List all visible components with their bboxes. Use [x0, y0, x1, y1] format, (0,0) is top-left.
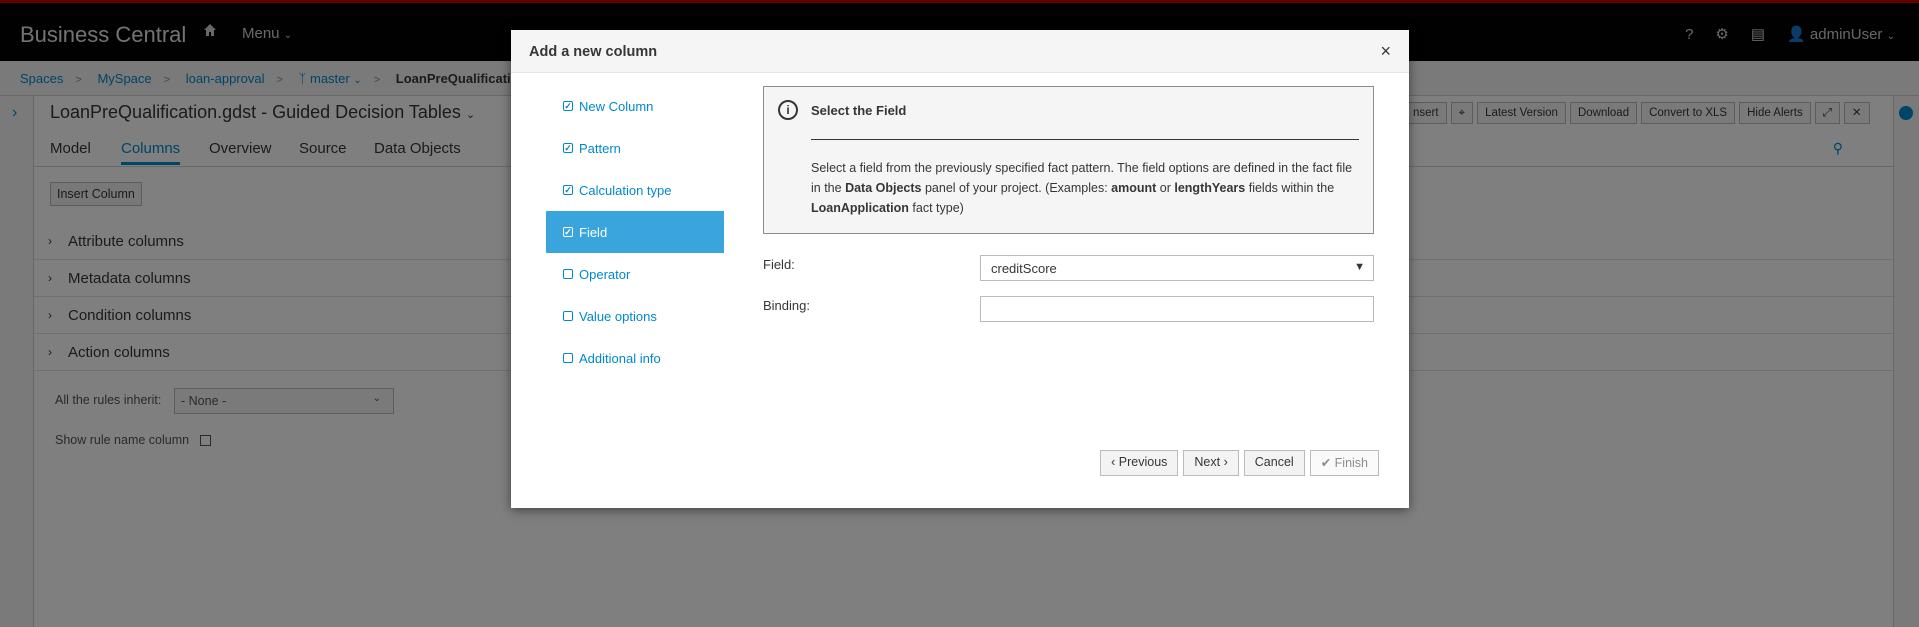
- unchecked-checkbox-icon: [563, 353, 573, 363]
- info-text-part: or: [1156, 181, 1175, 195]
- wizard-steps: ✓ New Column ✓ Pattern ✓ Calculation type ✓…: [546, 85, 724, 379]
- info-title: Select the Field: [811, 103, 907, 118]
- info-bold-data-objects: Data Objects: [845, 181, 922, 195]
- field-value: creditScore: [991, 261, 1057, 276]
- previous-button[interactable]: ‹ Previous: [1100, 450, 1179, 476]
- info-box: i Select the Field Select a field from t…: [763, 86, 1374, 234]
- chevron-left-icon: ‹: [1111, 455, 1116, 469]
- info-text-part: panel of your project. (Examples:: [921, 181, 1112, 195]
- step-label: Field: [579, 224, 608, 240]
- step-field[interactable]: ✓ Field: [546, 211, 724, 253]
- modal-title: Add a new column: [529, 44, 658, 60]
- checked-checkbox-icon: ✓: [563, 101, 573, 111]
- checked-checkbox-icon: ✓: [563, 143, 573, 153]
- check-icon: ✔: [1320, 456, 1332, 470]
- next-button[interactable]: Next ›: [1183, 450, 1239, 476]
- binding-label: Binding:: [763, 298, 810, 313]
- info-icon: i: [778, 100, 798, 120]
- step-additional-info[interactable]: Additional info: [546, 337, 724, 379]
- field-label: Field:: [763, 257, 795, 272]
- step-label: Pattern: [579, 140, 621, 156]
- modal-buttons: ‹ Previous Next › Cancel ✔ Finish: [1100, 450, 1379, 476]
- info-divider: [811, 139, 1359, 140]
- chevron-right-icon: ›: [1223, 455, 1228, 469]
- info-text: Select a field from the previously speci…: [811, 158, 1359, 218]
- add-column-modal: Add a new column × ✓ New Column ✓ Pattern …: [511, 30, 1409, 508]
- step-label: Operator: [579, 266, 631, 282]
- step-label: New Column: [579, 98, 654, 114]
- info-bold-amount: amount: [1111, 181, 1157, 195]
- unchecked-checkbox-icon: [563, 311, 573, 321]
- step-value-options[interactable]: Value options: [546, 295, 724, 337]
- step-operator[interactable]: Operator: [546, 253, 724, 295]
- checked-checkbox-icon: ✓: [563, 227, 573, 237]
- step-label: Calculation type: [579, 182, 672, 198]
- field-select[interactable]: creditScore ▼: [980, 255, 1374, 281]
- modal-header: Add a new column ×: [511, 30, 1409, 73]
- step-pattern[interactable]: ✓ Pattern: [546, 127, 724, 169]
- next-label: Next: [1194, 455, 1221, 469]
- step-label: Value options: [579, 308, 657, 324]
- binding-input[interactable]: [980, 296, 1374, 322]
- unchecked-checkbox-icon: [563, 269, 573, 279]
- close-icon[interactable]: ×: [1380, 41, 1391, 62]
- info-text-part: fact type): [908, 201, 964, 215]
- checked-checkbox-icon: ✓: [563, 185, 573, 195]
- step-new-column[interactable]: ✓ New Column: [546, 85, 724, 127]
- previous-label: Previous: [1118, 455, 1168, 469]
- step-calculation-type[interactable]: ✓ Calculation type: [546, 169, 724, 211]
- cancel-button[interactable]: Cancel: [1243, 450, 1305, 476]
- info-bold-lengthyears: lengthYears: [1174, 181, 1246, 195]
- info-text-part: fields within the: [1245, 181, 1335, 195]
- finish-button[interactable]: ✔ Finish: [1309, 450, 1379, 476]
- step-label: Additional info: [579, 350, 661, 366]
- info-bold-loanapplication: LoanApplication: [811, 201, 909, 215]
- finish-label: Finish: [1334, 456, 1368, 470]
- chevron-down-icon: ▼: [1354, 261, 1365, 273]
